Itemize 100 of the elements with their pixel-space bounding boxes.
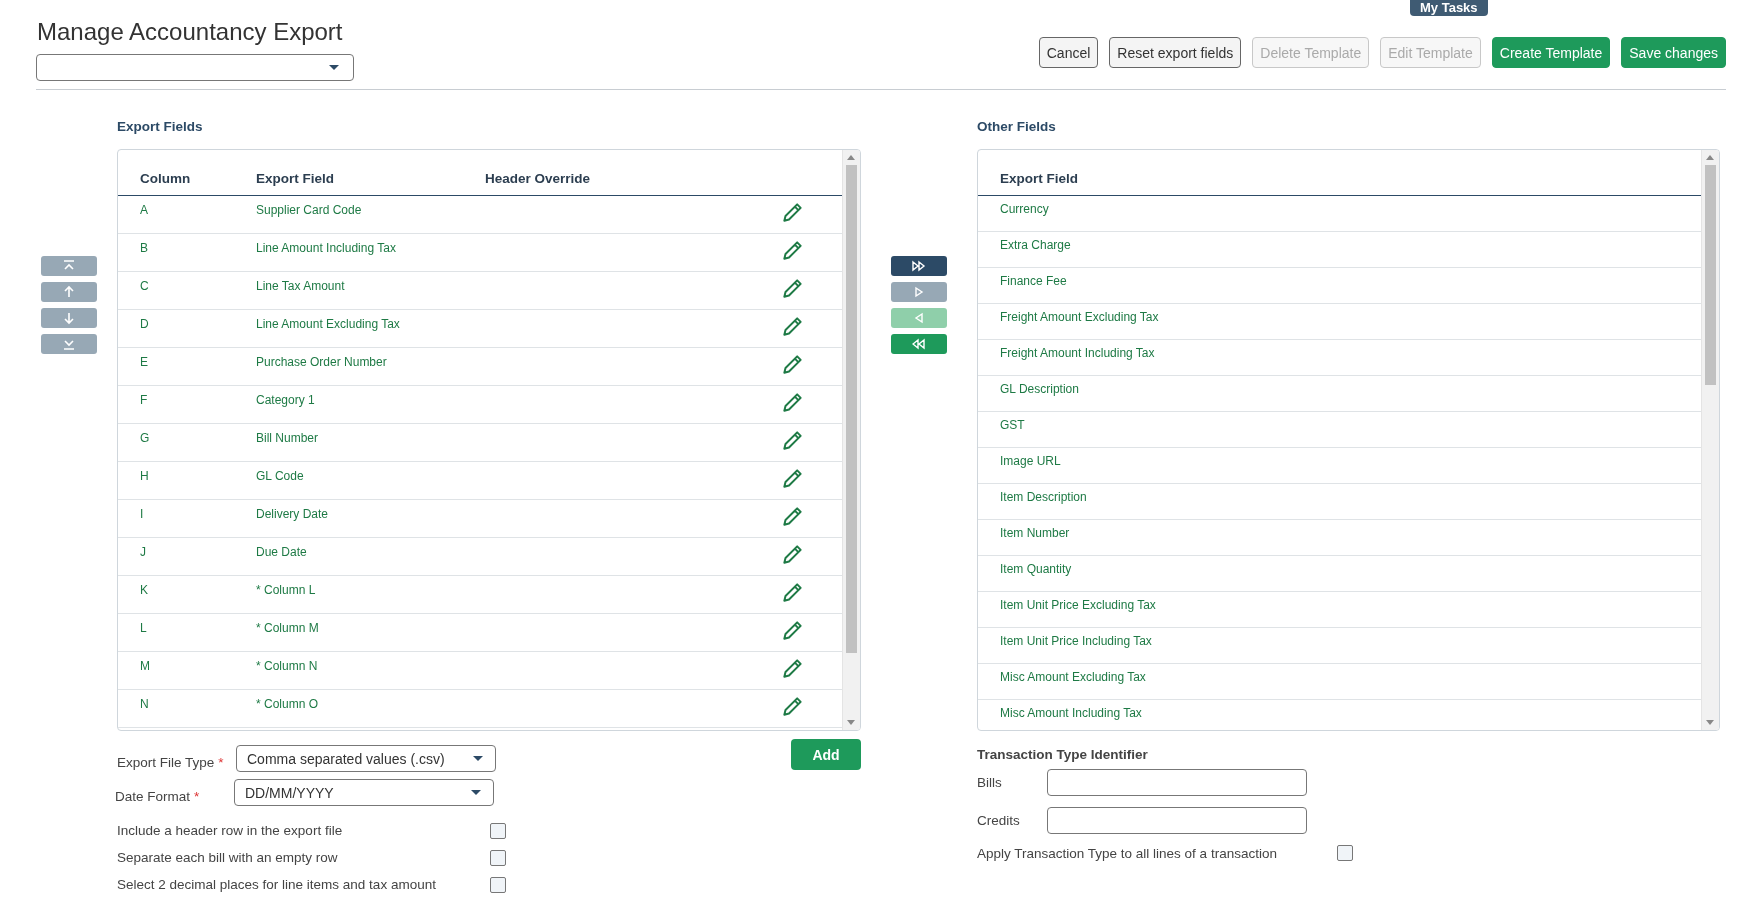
field-label: Bills [977,775,1003,790]
section-title: Export Fields [117,118,204,136]
list-item[interactable]: Item Unit Price Including Tax [978,634,1152,663]
pencil-icon[interactable] [782,506,803,527]
checkbox-label: Apply Transaction Type to all lines of a transaction [977,845,1278,861]
action-button[interactable]: Create Template [1491,37,1611,68]
required-mark: * [218,754,224,770]
add-button[interactable]: Add [791,739,861,770]
list-item[interactable]: Item Description [978,490,1087,519]
table-cell-text: N [139,697,150,711]
pencil-icon[interactable] [782,278,803,299]
table-cell-text: Bill Number [256,431,319,445]
field-label: Export File Type [117,754,215,770]
table-cell-text: Line Amount Excluding Tax [256,317,401,331]
checkbox-label: Select 2 decimal places for line items and tax amount [117,876,437,894]
pencil-icon[interactable] [782,430,803,451]
scrollbar-thumb[interactable] [846,165,857,653]
table-cell-text: Purchase Order Number [256,355,388,369]
down-arrow-icon [62,311,76,325]
checkbox[interactable] [490,876,506,893]
checkbox[interactable] [490,822,506,839]
pencil-icon[interactable] [782,316,803,337]
table-cell-text: F [139,393,149,407]
table-cell-text: Due Date [256,545,308,559]
list-item[interactable]: Misc Amount Including Tax [978,706,1142,730]
caret-icon [329,65,339,70]
select-field[interactable]: Comma separated values (.csv) [236,745,496,772]
checkbox[interactable] [1337,845,1353,861]
pencil-icon[interactable] [782,202,803,223]
checkbox-label: Include a header row in the export file [117,822,344,840]
scrollbar-thumb[interactable] [1705,165,1716,385]
table-cell-text: Category 1 [256,393,316,407]
scrollbar[interactable] [1701,150,1719,730]
list-item[interactable]: Item Quantity [978,562,1072,591]
list-item[interactable]: GST [978,418,1025,447]
list-item[interactable]: Freight Amount Including Tax [978,346,1155,375]
list-item[interactable]: Freight Amount Excluding Tax [978,310,1159,339]
list-item[interactable]: GL Description [978,382,1079,411]
pencil-icon[interactable] [782,658,803,679]
section-title: Transaction Type Identifier [977,747,1149,762]
pencil-icon[interactable] [782,468,803,489]
pencil-icon[interactable] [782,620,803,641]
list-item[interactable]: Image URL [978,454,1061,483]
table-cell-text: G [139,431,151,445]
pencil-icon[interactable] [782,354,803,375]
table-cell-text: D [139,317,150,331]
column-header: Column [139,171,192,186]
double-triangle-left-icon [912,337,926,351]
field-label: Date Format [115,788,191,804]
template-dropdown[interactable] [36,54,354,81]
move-button[interactable] [891,256,947,276]
checkbox-label: Separate each bill with an empty row [117,849,339,867]
table-cell-text: * Column L [256,583,317,597]
select-field[interactable]: DD/MM/YYYY [234,779,494,806]
pencil-icon[interactable] [782,582,803,603]
triangle-left-icon [912,311,926,325]
table-cell-text: Line Amount Including Tax [256,241,397,255]
checkbox[interactable] [490,849,506,866]
table-cell-text: E [139,355,149,369]
scroll-down-icon [1706,720,1714,725]
bottom-arrow-icon [62,337,76,351]
double-triangle-right-icon [912,259,926,273]
table-cell-text: I [139,507,145,521]
table-cell-text: L [139,621,148,635]
required-mark: * [194,788,200,804]
my-tasks-button[interactable]: My Tasks [1410,0,1488,16]
column-header: Header Override [485,171,592,186]
field-label: Credits [977,813,1021,828]
input-field[interactable] [1047,807,1307,834]
table-cell-text: A [139,203,149,217]
table-cell-text: GL Code [256,469,305,483]
list-item[interactable]: Finance Fee [978,274,1067,303]
caret-icon [473,756,483,761]
action-button[interactable]: Reset export fields [1109,37,1242,68]
column-header: Export Field [256,171,335,186]
scroll-down-icon [847,720,855,725]
list-item[interactable]: Currency [978,202,1049,231]
action-button[interactable]: Cancel [1038,37,1099,68]
list-item[interactable]: Misc Amount Excluding Tax [978,670,1146,699]
pencil-icon[interactable] [782,392,803,413]
table-cell-text: * Column N [256,659,319,673]
pencil-icon[interactable] [782,240,803,261]
table-cell-text: Line Tax Amount [256,279,346,293]
table-cell-text: Supplier Card Code [256,203,363,217]
table-cell-text: * Column O [256,697,320,711]
scroll-up-icon [847,155,855,160]
column-header: Export Field [999,171,1078,186]
list-item[interactable]: Extra Charge [978,238,1071,267]
table-cell-text: B [139,241,149,255]
up-arrow-icon [62,285,76,299]
list-item[interactable]: Item Number [978,526,1070,555]
table-cell-text: Delivery Date [256,507,330,521]
pencil-icon[interactable] [782,696,803,717]
scrollbar[interactable] [842,150,860,730]
table-cell-text: J [139,545,147,559]
list-item[interactable]: Item Unit Price Excluding Tax [978,598,1156,627]
action-button[interactable]: Save changes [1621,37,1726,68]
table-cell-text: C [139,279,150,293]
input-field[interactable] [1047,769,1307,796]
pencil-icon[interactable] [782,544,803,565]
